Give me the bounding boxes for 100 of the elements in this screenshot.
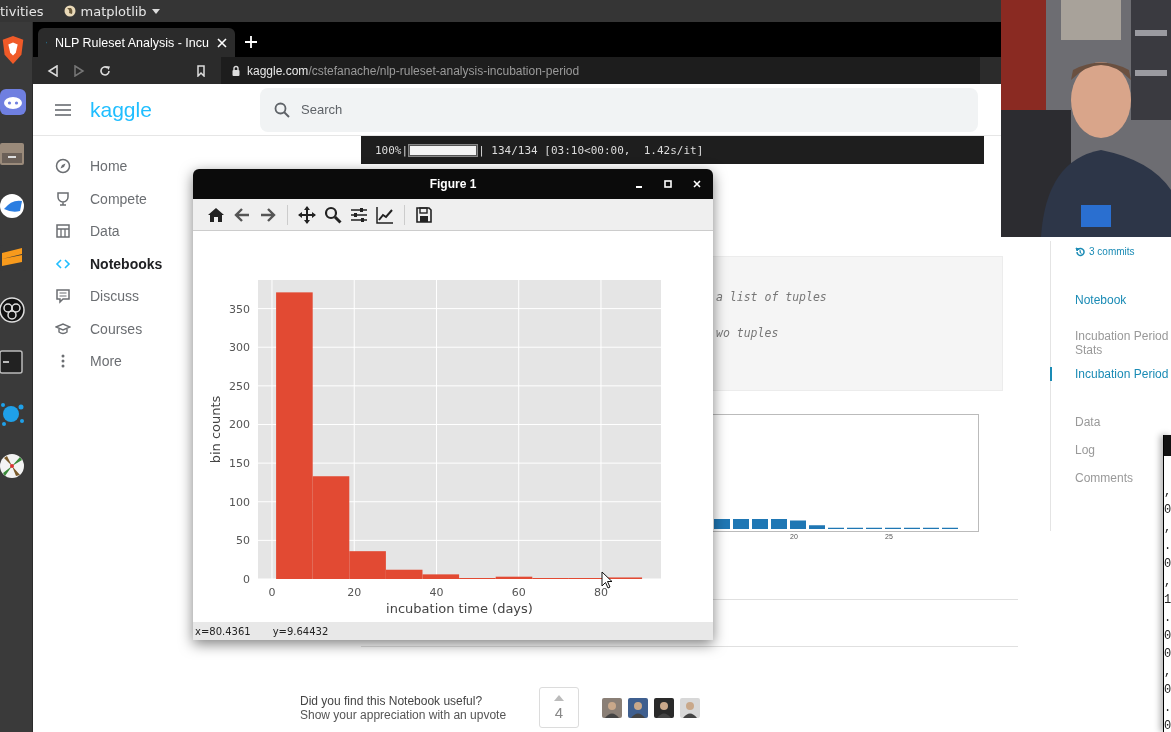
section-tab[interactable]: Comments [1075,471,1133,485]
nav-item[interactable]: Data [33,215,190,248]
avatar[interactable] [654,697,674,718]
courses-icon [55,320,71,337]
terminal-text: . [1164,612,1171,624]
tick-label: 250 [229,379,250,393]
url-text: kaggle.com/cstefanache/nlp-ruleset-analysis-incubation-period [247,63,580,78]
new-tab-icon[interactable] [245,36,257,48]
ring-app-icon[interactable] [0,296,26,324]
upvote-button[interactable]: 4 [539,687,579,728]
terminal-text: , [1164,486,1171,498]
tick-label: 200 [229,418,250,432]
browser-tab[interactable]: NLP Ruleset Analysis - Incu [38,28,235,57]
activities-button[interactable]: tivities [0,3,44,19]
toc-heading-link[interactable]: Incubation Period [1050,367,1171,381]
nav-item[interactable]: Compete [33,182,190,215]
nav-item[interactable]: Discuss [33,280,190,313]
terminal-text: 0 [1164,558,1171,570]
terminal-text: 0 [1164,684,1171,696]
reload-icon[interactable] [99,64,111,77]
cursor-x-readout: x=80.4361 [195,625,251,637]
back-icon[interactable] [47,64,59,77]
terminal-text: , [1164,576,1171,588]
terminal-text: 1 [1164,594,1171,606]
cursor-y-readout: y=9.64432 [272,625,329,637]
axis-label: bin counts [208,395,223,464]
tab-title: NLP Ruleset Analysis - Incu [55,35,209,50]
terminal-text: 0 [1164,504,1171,516]
caret-icon [151,8,160,14]
avatar[interactable] [628,697,648,718]
home-icon[interactable] [207,205,225,224]
upvote-prompt: Show your appreciation with an upvote [300,707,508,722]
nav-item[interactable]: Home [33,150,190,183]
history-icon [1075,246,1085,257]
tick-label: 80 [593,586,608,599]
terminal-text: . [1164,540,1171,552]
forward-arrow-icon[interactable] [259,205,277,224]
tick-label: 20 [347,586,362,599]
terminal-text: . [1164,702,1171,714]
code-comment: wo tuples [716,326,779,340]
avatar[interactable] [602,697,622,718]
terminal-text: , [1164,522,1171,534]
section-tab[interactable]: Data [1075,415,1101,429]
gamepad-app-icon[interactable] [0,88,26,116]
compete-icon [55,190,71,207]
terminal-text: 0 [1164,648,1171,660]
caret-icon [554,694,564,701]
data-icon [55,223,71,240]
nav-item[interactable]: More [33,345,190,378]
upvote-question: Did you find this Notebook useful? [300,693,484,708]
tick-label: 0 [268,586,276,599]
tick-label: 40 [429,586,444,599]
section-tab[interactable]: Log [1075,443,1096,457]
search-field[interactable]: Search [260,87,978,132]
avatar[interactable] [680,697,700,718]
search-icon [274,101,290,118]
tick-label: 0 [243,573,250,586]
tick-label: 150 [229,457,250,471]
tick-label: 300 [229,341,250,355]
line-chart-icon[interactable] [376,205,394,224]
back-arrow-icon[interactable] [233,205,251,224]
terminal-text: 0 [1164,630,1171,642]
commits-link[interactable]: 3 commits [1075,246,1171,257]
save-icon[interactable] [415,205,433,224]
pinwheel-app-icon[interactable] [0,452,26,480]
close-icon[interactable] [692,179,702,189]
nav-item[interactable]: Courses [33,312,190,345]
terminal-text: , [1164,666,1171,678]
code-comment: a list of tuples [716,290,827,304]
swirl-app-icon[interactable] [0,192,26,220]
terminal-app-icon[interactable] [0,348,26,376]
close-icon[interactable] [217,37,227,48]
terminal-titlebar [1164,435,1171,456]
lock-icon [231,64,241,77]
zoom-icon[interactable] [324,205,342,224]
progress-percent: 100%| [375,143,409,157]
progress-stats: | 134/134 [03:10<00:00, 1.42s/it] [478,143,704,157]
address-bar[interactable]: kaggle.com/cstefanache/nlp-ruleset-analysis-incubation-period [221,57,980,84]
menu-icon[interactable] [55,103,71,116]
move-icon[interactable] [298,205,316,224]
globe-icon [63,5,76,17]
nav-item[interactable]: Notebooks [33,247,190,280]
discuss-icon [55,288,71,305]
window-title: Figure 1 [429,177,477,191]
shield-app-icon[interactable] [0,36,26,64]
splash-app-icon[interactable] [0,400,26,428]
maximize-icon[interactable] [663,179,673,189]
tick-label: 60 [511,586,526,599]
sliders-icon[interactable] [350,205,368,224]
toc-heading-link[interactable]: Incubation Period Stats [1075,329,1171,357]
home-icon [55,158,71,175]
section-tab[interactable]: Notebook [1075,293,1127,307]
tick-label: 50 [236,534,250,548]
terminal-text: 0 [1164,720,1171,732]
forward-icon[interactable] [73,64,85,77]
app-menu[interactable]: matplotlib [59,3,164,19]
tick-label: 100 [229,495,250,509]
drawer-app-icon[interactable] [0,140,26,168]
bookmark-icon[interactable] [195,64,207,77]
tick-label: 350 [229,302,250,316]
